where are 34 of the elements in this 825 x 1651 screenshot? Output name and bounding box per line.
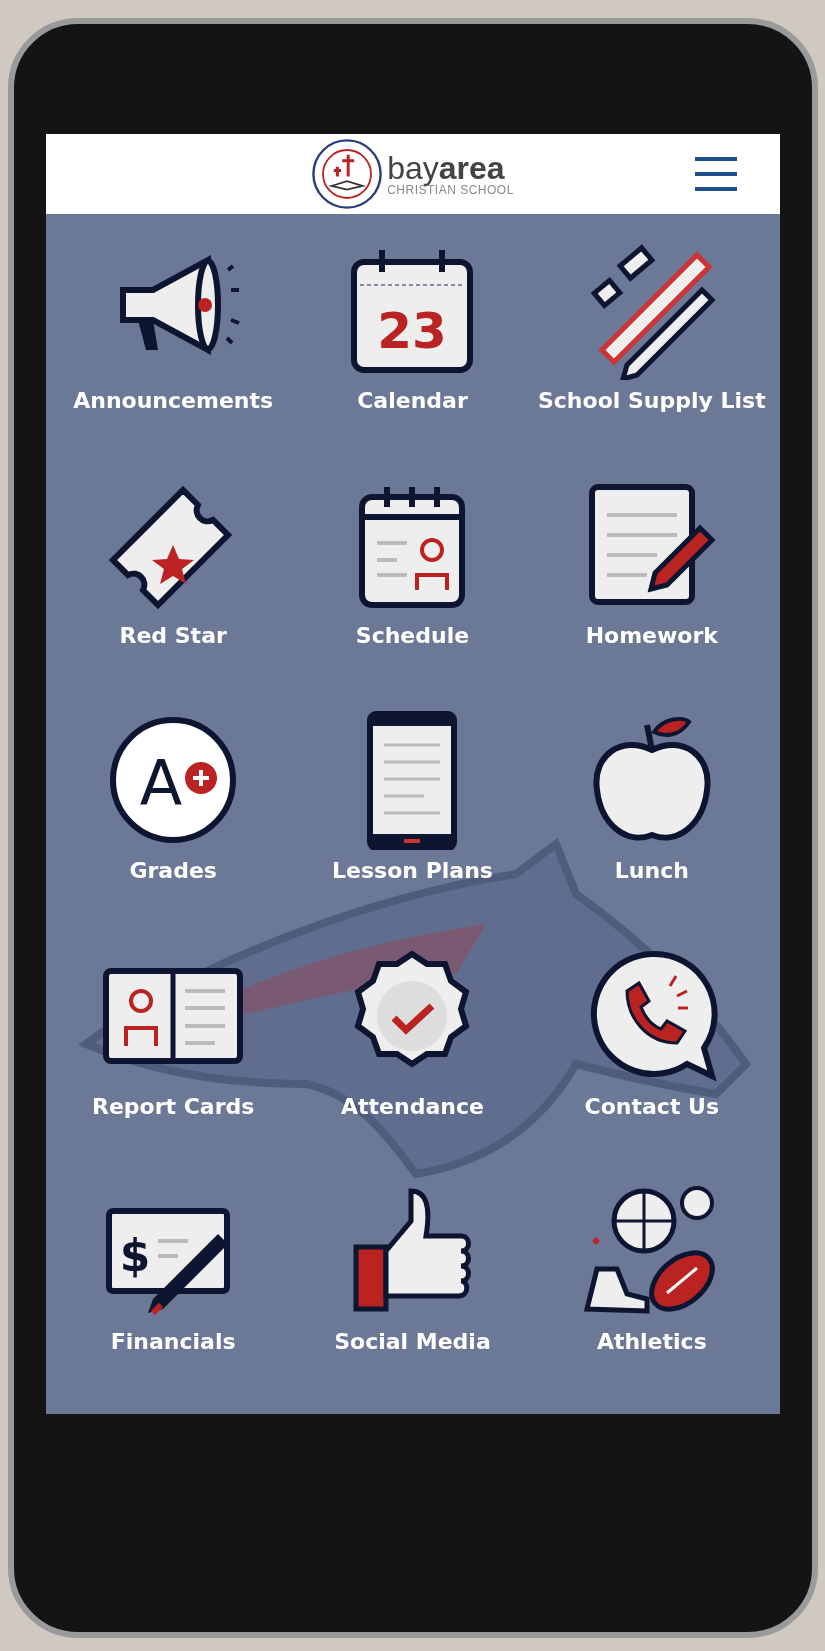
tile-label: Calendar [357,388,468,413]
logo-wordmark: bayarea [387,152,505,184]
tile-label: Athletics [596,1328,707,1354]
menu-tile[interactable]: $ Financials [53,1174,293,1410]
menu-tile[interactable]: Schedule [292,469,533,705]
menu-tile[interactable]: Report Cards [53,939,293,1175]
logo-subtitle: CHRISTIAN SCHOOL [387,184,514,196]
tile-label: Report Cards [91,1093,255,1119]
tile-label: Attendance [341,1093,484,1119]
tile-label: Contact Us [584,1093,720,1119]
tile-label: Lesson Plans [332,858,493,884]
menu-tile[interactable]: Contact Us [532,939,772,1175]
tile-label: Homework [585,623,718,649]
school-seal-icon [311,138,384,210]
menu-tile[interactable]: Attendance [292,939,533,1175]
menu-tile[interactable]: Lesson Plans [292,704,533,940]
tile-label: School Supply List [537,388,766,413]
menu-tile[interactable]: Lunch [532,704,772,940]
tile-label: Schedule [355,623,470,649]
menu-tile[interactable]: Athletics [532,1174,772,1410]
menu-tile[interactable]: Announcements [53,234,293,470]
tile-label: Social Media [334,1328,491,1354]
menu-tile[interactable]: 23 Calendar [292,234,533,470]
menu-tile[interactable]: Social Media [292,1174,533,1410]
menu-icon[interactable] [693,157,738,191]
tile-label: Financials [110,1328,236,1354]
menu-tile[interactable]: School Supply List [532,234,772,470]
tile-label: Grades [129,858,217,884]
menu-tile[interactable]: A Grades [53,704,293,940]
menu-tile[interactable]: Homework [532,469,772,705]
tile-label: Red Star [119,623,227,649]
tile-label: Lunch [614,858,689,884]
menu-tile[interactable]: Red Star [53,469,293,705]
tile-label: Announcements [73,388,274,413]
